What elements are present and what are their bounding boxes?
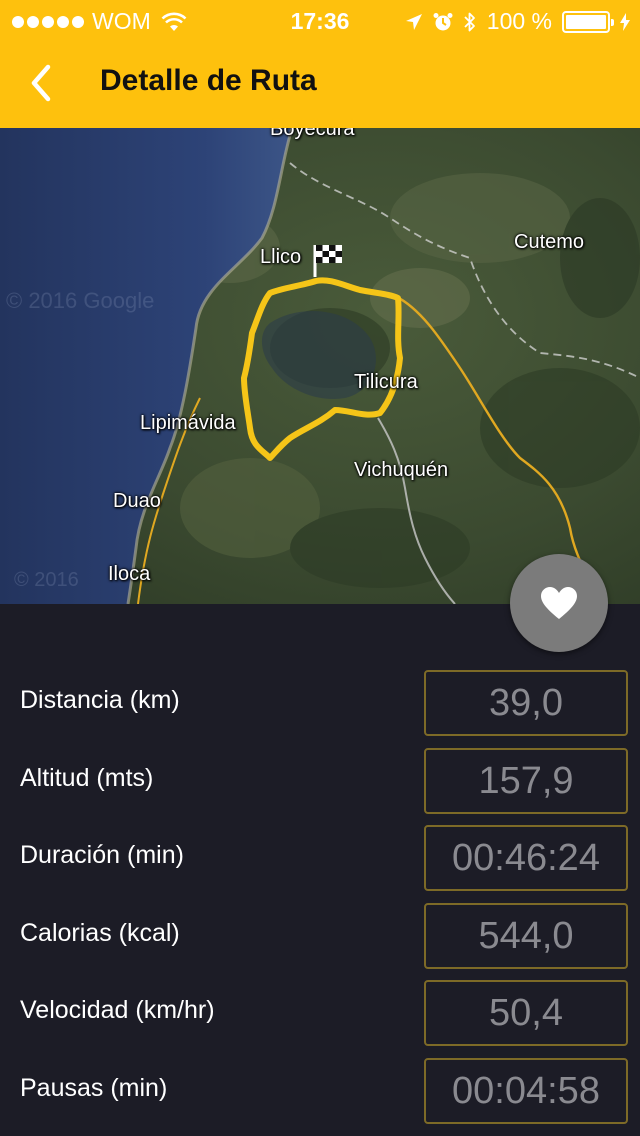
svg-text:© 2016: © 2016 xyxy=(14,569,79,591)
nav-bar: Detalle de Ruta xyxy=(0,40,640,128)
place-lipimavida: Lipimávida xyxy=(140,412,236,434)
stat-label: Pausas (min) xyxy=(20,1074,168,1102)
stat-row-calories: Calorias (kcal) 544,0 xyxy=(0,903,640,971)
stat-row-pauses: Pausas (min) 00:04:58 xyxy=(0,1058,640,1126)
place-boyecura: Boyecura xyxy=(270,128,355,140)
place-cutemo: Cutemo xyxy=(514,231,585,253)
place-tilicura: Tilicura xyxy=(354,371,418,393)
stat-row-speed: Velocidad (km/hr) 50,4 xyxy=(0,980,640,1048)
stat-value: 00:46:24 xyxy=(424,825,628,891)
place-llico: Llico xyxy=(260,246,302,268)
route-map[interactable]: © 2016 Google © 2016 Boyecura Llico Cute… xyxy=(0,128,640,604)
stat-value: 50,4 xyxy=(424,980,628,1046)
place-iloca: Iloca xyxy=(108,563,151,585)
stat-value: 544,0 xyxy=(424,903,628,969)
map-satellite-background: © 2016 Google © 2016 xyxy=(0,128,640,604)
stat-label: Distancia (km) xyxy=(20,686,180,714)
stat-row-altitude: Altitud (mts) 157,9 xyxy=(0,748,640,816)
bluetooth-icon xyxy=(464,12,475,31)
battery-icon xyxy=(562,10,614,33)
location-arrow-icon xyxy=(405,13,422,30)
stat-value: 157,9 xyxy=(424,748,628,814)
place-vichuquen: Vichuquén xyxy=(354,459,449,481)
stat-label: Calorias (kcal) xyxy=(20,919,180,947)
stat-row-duration: Duración (min) 00:46:24 xyxy=(0,825,640,893)
page-title: Detalle de Ruta xyxy=(100,64,317,97)
heart-icon xyxy=(541,587,577,619)
place-duao: Duao xyxy=(113,490,161,512)
stat-label: Velocidad (km/hr) xyxy=(20,996,215,1024)
status-bar: WOM 17:36 100 % xyxy=(0,0,640,40)
battery-percentage: 100 % xyxy=(486,8,552,34)
finish-flag-icon xyxy=(313,245,342,277)
header: WOM 17:36 100 % Detalle de Ruta xyxy=(0,0,640,128)
stat-row-distance: Distancia (km) 39,0 xyxy=(0,670,640,738)
stat-value: 00:04:58 xyxy=(424,1058,628,1124)
favorite-button[interactable] xyxy=(510,554,608,652)
stat-label: Altitud (mts) xyxy=(20,764,154,792)
stats-panel: Distancia (km) 39,0 Altitud (mts) 157,9 … xyxy=(0,604,640,1136)
alarm-icon xyxy=(433,12,453,30)
back-chevron-icon[interactable] xyxy=(22,58,62,108)
stat-value: 39,0 xyxy=(424,670,628,736)
svg-text:© 2016 Google: © 2016 Google xyxy=(6,288,154,313)
charging-icon xyxy=(620,12,630,31)
stat-label: Duración (min) xyxy=(20,841,184,869)
